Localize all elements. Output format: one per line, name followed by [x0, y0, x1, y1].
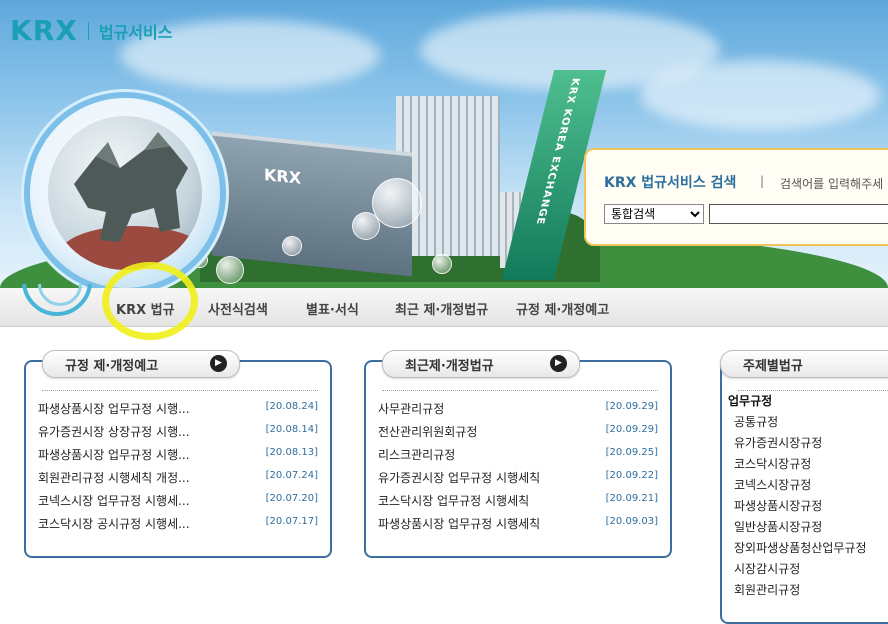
- item-title[interactable]: 파생상품시장 업무규정 시행...: [38, 400, 190, 417]
- list-item[interactable]: 유가증권시장 상장규정 시행... [20.08.14]: [38, 423, 318, 446]
- item-title[interactable]: 시장감시규정: [728, 560, 800, 577]
- search-scope-select[interactable]: 통합검색: [604, 204, 704, 224]
- bubble-decoration: [216, 256, 244, 284]
- search-input[interactable]: [709, 204, 888, 224]
- item-title[interactable]: 전산관리위원회규정: [378, 423, 477, 440]
- nav-item-revision-notice[interactable]: 규정 제·개정예고: [516, 299, 609, 318]
- building-sign: KRX: [264, 164, 302, 188]
- item-title[interactable]: 코스닥시장 공시규정 시행세...: [38, 515, 190, 532]
- notice-list: 파생상품시장 업무규정 시행... [20.08.24] 유가증권시장 상장규정 …: [38, 400, 318, 538]
- item-title[interactable]: 사무관리규정: [378, 400, 444, 417]
- list-item[interactable]: 파생상품시장 업무규정 시행세칙 [20.09.03]: [378, 515, 658, 538]
- item-title[interactable]: 코넥스시장규정: [728, 476, 811, 493]
- search-title: KRX 법규서비스 검색: [604, 175, 737, 191]
- list-item[interactable]: 공통규정: [728, 413, 888, 434]
- recent-panel-tab[interactable]: 최근제·개정법규 ▶: [382, 350, 580, 378]
- category-title[interactable]: 업무규정: [728, 392, 772, 409]
- item-title[interactable]: 유가증권시장 업무규정 시행세칙: [378, 469, 540, 486]
- divider: [738, 390, 888, 391]
- list-item[interactable]: 시장감시규정: [728, 560, 888, 581]
- bubble-decoration: [432, 254, 452, 274]
- item-title[interactable]: 코넥스시장 업무규정 시행세...: [38, 492, 190, 509]
- theme-panel-title: 주제별법규: [743, 359, 803, 374]
- logo-text: KRX: [10, 14, 78, 47]
- bubble-decoration: [282, 236, 302, 256]
- item-title[interactable]: 코스닥시장규정: [728, 455, 811, 472]
- recent-panel-title: 최근제·개정법규: [405, 359, 494, 374]
- notice-panel-title: 규정 제·개정예고: [65, 359, 159, 374]
- highlight-annotation: [102, 262, 198, 340]
- item-title[interactable]: 유가증권시장 상장규정 시행...: [38, 423, 190, 440]
- item-date: [20.07.24]: [265, 470, 318, 481]
- list-item[interactable]: 유가증권시장규정: [728, 434, 888, 455]
- bull-statue-image: [48, 116, 202, 270]
- item-date: [20.07.17]: [265, 516, 318, 527]
- divider: [382, 390, 658, 391]
- recent-panel: 최근제·개정법규 ▶ 사무관리규정 [20.09.29] 전산관리위원회규정 [20…: [364, 350, 672, 558]
- list-item[interactable]: 회원관리규정: [728, 581, 888, 602]
- arrow-right-icon[interactable]: ▶: [210, 355, 227, 372]
- item-date: [20.08.24]: [265, 401, 318, 412]
- list-item[interactable]: 전산관리위원회규정 [20.09.29]: [378, 423, 658, 446]
- item-title[interactable]: 일반상품시장규정: [728, 518, 822, 535]
- list-item[interactable]: 회원관리규정 시행세칙 개정... [20.07.24]: [38, 469, 318, 492]
- item-date: [20.09.25]: [605, 447, 658, 458]
- list-item[interactable]: 코스닥시장규정: [728, 455, 888, 476]
- notice-panel-tab[interactable]: 규정 제·개정예고 ▶: [42, 350, 240, 378]
- notice-panel: 규정 제·개정예고 ▶ 파생상품시장 업무규정 시행... [20.08.24] …: [24, 350, 332, 558]
- item-date: [20.09.29]: [605, 401, 658, 412]
- list-item[interactable]: 파생상품시장 업무규정 시행... [20.08.24]: [38, 400, 318, 423]
- list-item[interactable]: 파생상품시장 업무규정 시행... [20.08.13]: [38, 446, 318, 469]
- logo-divider: [87, 21, 89, 40]
- item-title[interactable]: 회원관리규정: [728, 581, 800, 598]
- item-date: [20.08.14]: [265, 424, 318, 435]
- service-name: 법규서비스: [98, 22, 173, 42]
- list-item[interactable]: 일반상품시장규정: [728, 518, 888, 539]
- list-item[interactable]: 장외파생상품청산업무규정: [728, 539, 888, 560]
- item-date: [20.08.13]: [265, 447, 318, 458]
- nav-item-recent-revisions[interactable]: 최근 제·개정법규: [395, 299, 488, 318]
- nav-ring-decoration: [22, 284, 96, 324]
- item-date: [20.09.22]: [605, 470, 658, 481]
- item-title[interactable]: 공통규정: [728, 413, 778, 430]
- list-item[interactable]: 파생상품시장규정: [728, 497, 888, 518]
- item-title[interactable]: 파생상품시장 업무규정 시행...: [38, 446, 190, 463]
- pillar-text: KRX KOREA EXCHANGE: [533, 78, 582, 226]
- list-item[interactable]: 리스크관리규정 [20.09.25]: [378, 446, 658, 469]
- bubble-decoration: [372, 178, 422, 228]
- category-heading[interactable]: 업무규정: [728, 392, 888, 413]
- list-item[interactable]: 코스닥시장 공시규정 시행세... [20.07.17]: [38, 515, 318, 538]
- theme-panel: 주제별법규 업무규정 공통규정 유가증권시장규정 코스닥시장규정 코넥스시장규정…: [720, 350, 888, 624]
- list-item[interactable]: 사무관리규정 [20.09.29]: [378, 400, 658, 423]
- list-item[interactable]: 코넥스시장 업무규정 시행세... [20.07.20]: [38, 492, 318, 515]
- item-date: [20.07.20]: [265, 493, 318, 504]
- item-title[interactable]: 리스크관리규정: [378, 446, 455, 463]
- krx-logo[interactable]: KRX 법규서비스: [10, 14, 172, 47]
- nav-item-forms[interactable]: 별표·서식: [306, 299, 359, 318]
- item-title[interactable]: 장외파생상품청산업무규정: [728, 539, 866, 556]
- item-title[interactable]: 유가증권시장규정: [728, 434, 822, 451]
- item-date: [20.09.29]: [605, 424, 658, 435]
- list-item[interactable]: 유가증권시장 업무규정 시행세칙 [20.09.22]: [378, 469, 658, 492]
- search-separator: |: [760, 174, 765, 188]
- theme-panel-tab[interactable]: 주제별법규: [720, 350, 888, 378]
- list-item[interactable]: 코넥스시장규정: [728, 476, 888, 497]
- item-title[interactable]: 파생상품시장규정: [728, 497, 822, 514]
- item-title[interactable]: 코스닥시장 업무규정 시행세칙: [378, 492, 529, 509]
- search-hint: 검색어를 입력해주세: [780, 177, 884, 191]
- item-title[interactable]: 회원관리규정 시행세칙 개정...: [38, 469, 190, 486]
- bull-statue-icon: [74, 132, 188, 242]
- item-date: [20.09.21]: [605, 493, 658, 504]
- nav-item-dictionary-search[interactable]: 사전식검색: [208, 299, 268, 318]
- list-item[interactable]: 코스닥시장 업무규정 시행세칙 [20.09.21]: [378, 492, 658, 515]
- divider: [42, 390, 318, 391]
- search-panel: KRX 법규서비스 검색 | 검색어를 입력해주세 통합검색: [584, 148, 888, 246]
- theme-list: 업무규정 공통규정 유가증권시장규정 코스닥시장규정 코넥스시장규정 파생상품시…: [728, 392, 888, 602]
- item-date: [20.09.03]: [605, 516, 658, 527]
- recent-list: 사무관리규정 [20.09.29] 전산관리위원회규정 [20.09.29] 리스크…: [378, 400, 658, 538]
- hero-banner: KRX 법규서비스 KRX KRX KOREA EXCHANGE KRX 법규서…: [0, 0, 888, 288]
- arrow-right-icon[interactable]: ▶: [550, 355, 567, 372]
- item-title[interactable]: 파생상품시장 업무규정 시행세칙: [378, 515, 540, 532]
